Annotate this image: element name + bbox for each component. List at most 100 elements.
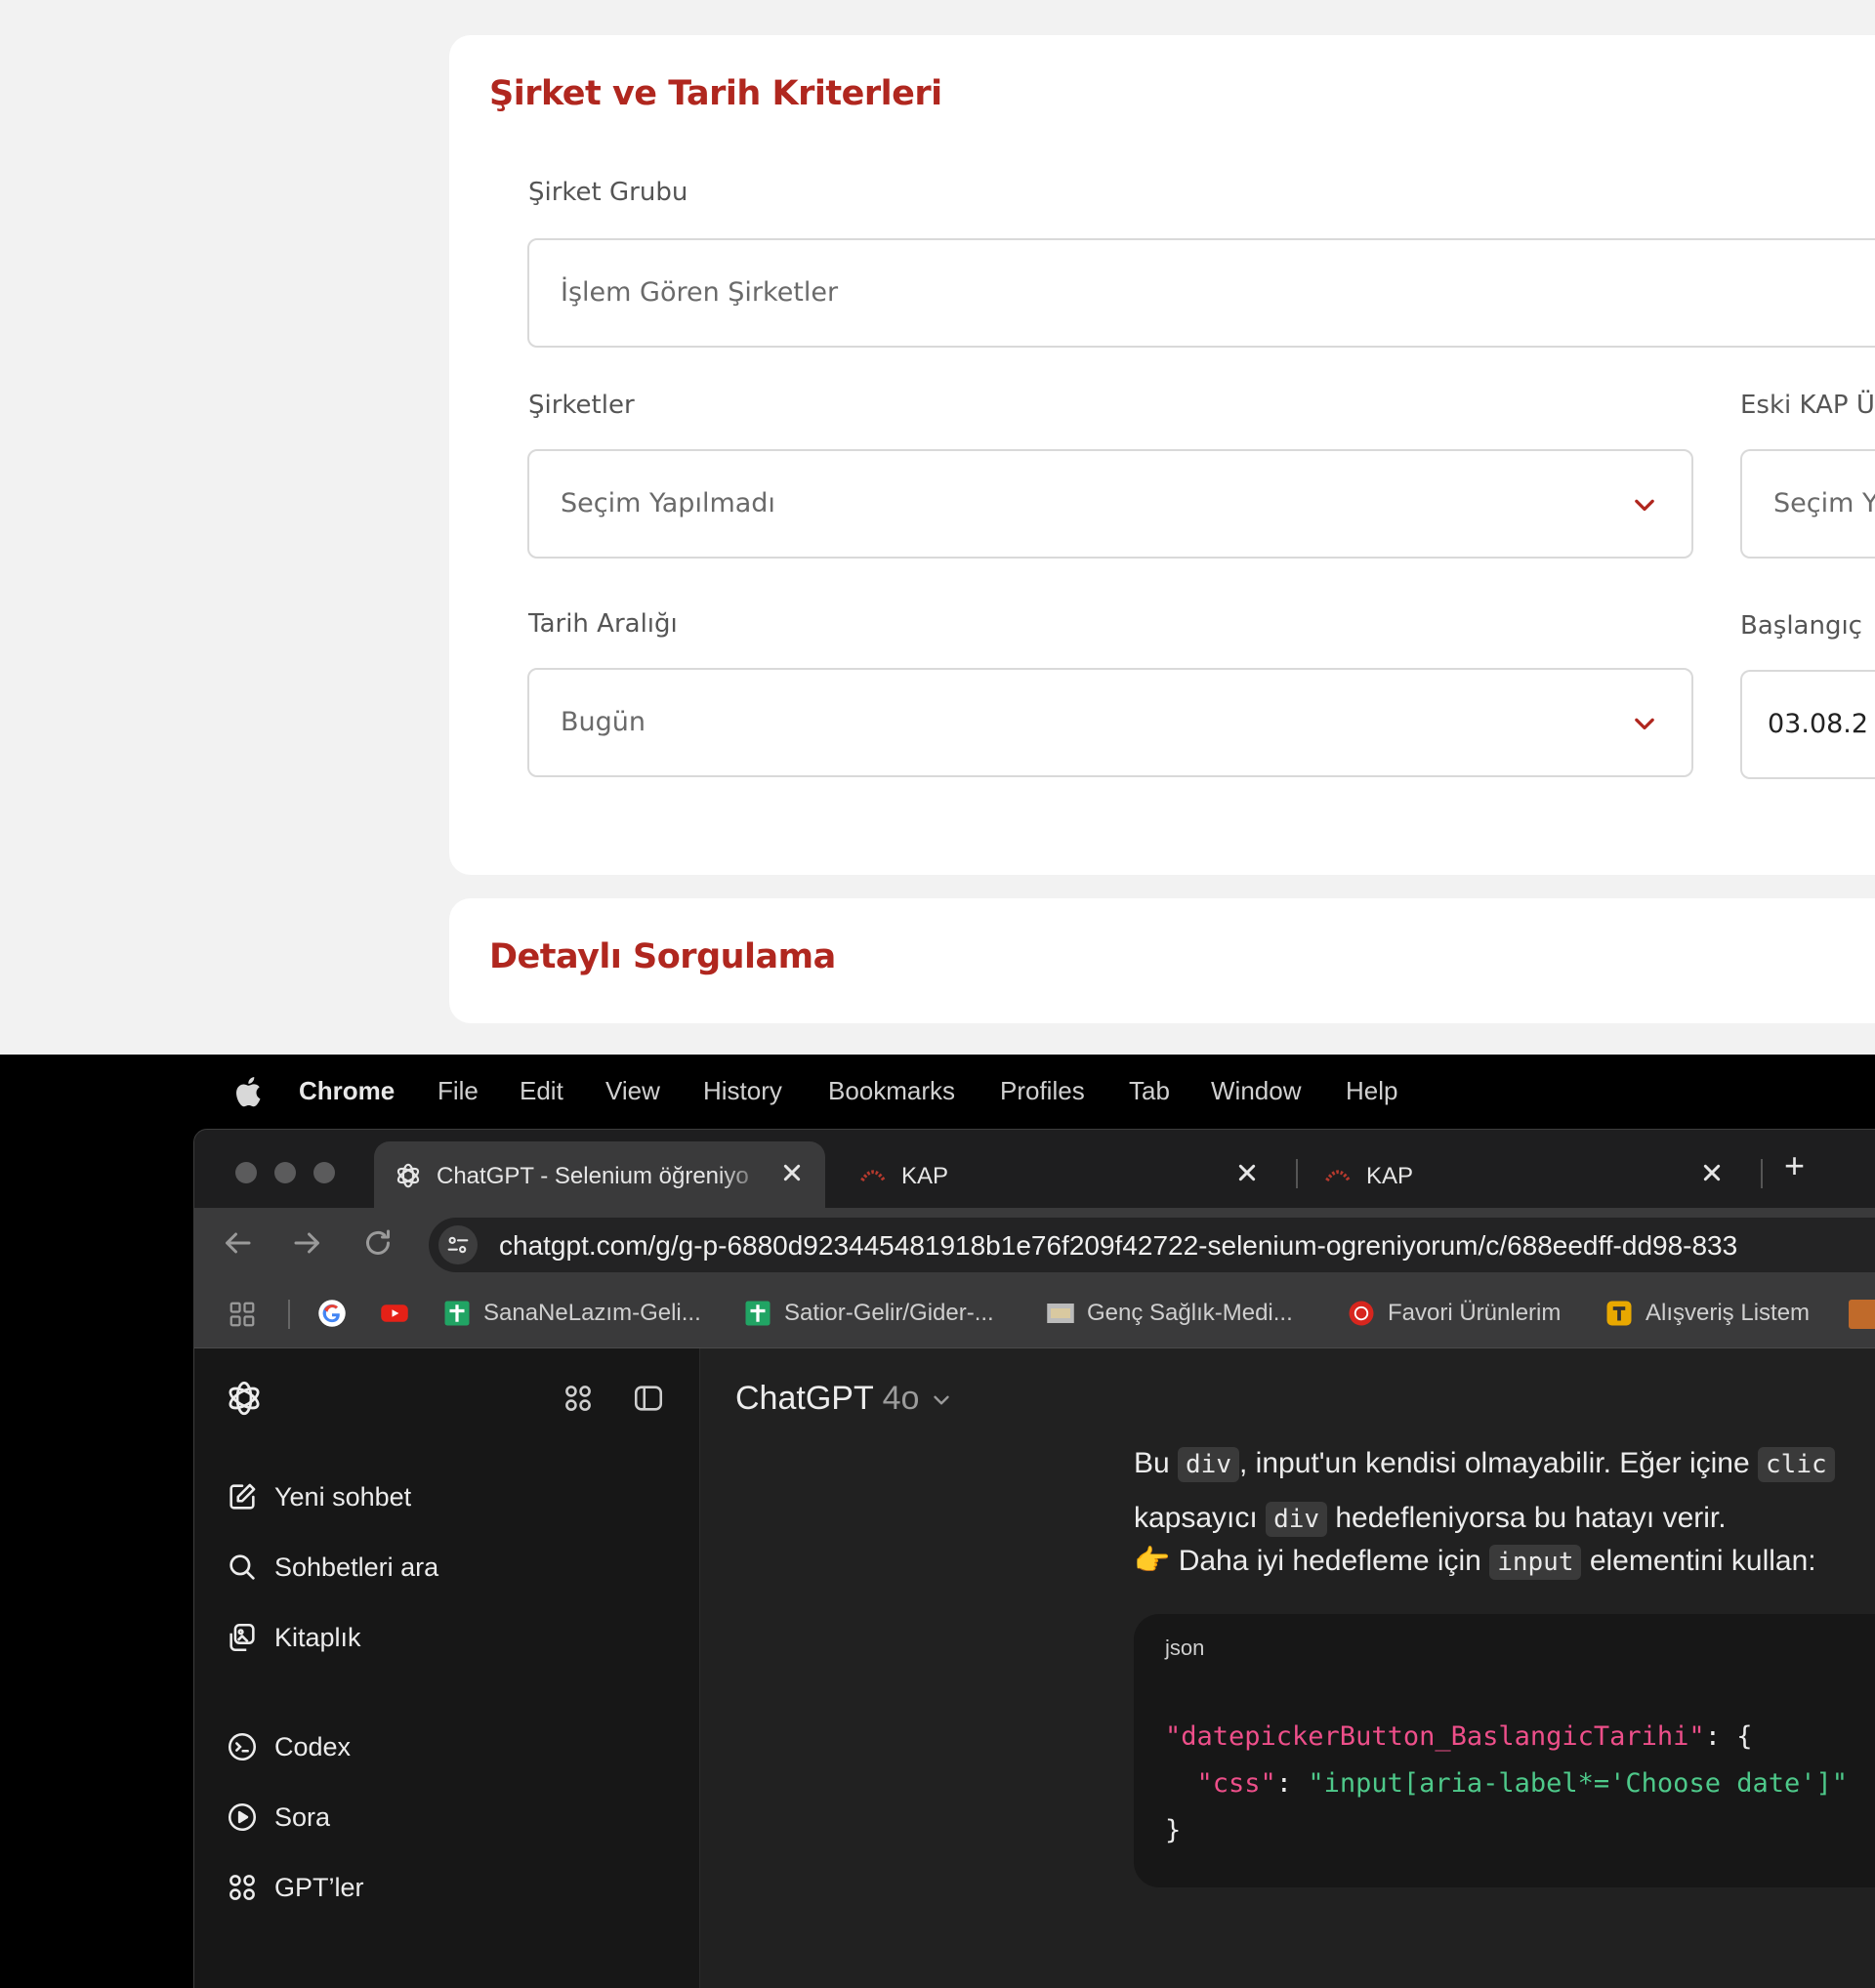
tab-separator — [1761, 1159, 1763, 1188]
bookmark-item[interactable]: Genç Sağlık-Medi... — [1046, 1296, 1293, 1331]
section-title-detailed-query: Detaylı Sorgulama — [489, 937, 836, 976]
bookmark-item[interactable]: Satior-Gelir/Gider-... — [743, 1296, 994, 1331]
window-close-button[interactable] — [235, 1162, 257, 1183]
code-line-3: } — [1165, 1815, 1182, 1845]
site-settings-button[interactable] — [438, 1225, 478, 1264]
sidebar-item-label: Sora — [274, 1802, 331, 1832]
bookmark-label: Genç Sağlık-Medi... — [1087, 1300, 1293, 1326]
apple-logo-icon[interactable] — [232, 1074, 262, 1109]
sidebar-toggle-icon[interactable] — [632, 1382, 665, 1415]
menu-file[interactable]: File — [438, 1076, 479, 1106]
code-punct: : { — [1704, 1721, 1753, 1752]
sirket-grubu-field[interactable]: İşlem Gören Şirketler — [527, 238, 1875, 348]
yellow-t-icon — [1606, 1301, 1632, 1326]
reload-icon[interactable] — [360, 1225, 396, 1261]
sidebar-item-search[interactable]: Sohbetleri ara — [226, 1548, 438, 1587]
sidebar-item-label: Kitaplık — [274, 1622, 361, 1652]
eski-kap-dropdown[interactable]: Seçim Y — [1740, 449, 1875, 559]
openai-icon — [396, 1163, 420, 1188]
play-icon — [228, 1802, 257, 1832]
bookmark-overflow-icon[interactable] — [1849, 1300, 1875, 1329]
text-span: elementini kullan: — [1581, 1545, 1816, 1577]
model-version: 4o — [882, 1380, 920, 1417]
bookmark-item[interactable]: Alışveriş Listem — [1604, 1296, 1810, 1331]
sidebar-item-library[interactable]: Kitaplık — [226, 1618, 361, 1657]
menu-tab[interactable]: Tab — [1129, 1076, 1170, 1106]
apps-grid-icon[interactable] — [228, 1300, 257, 1329]
window-zoom-button[interactable] — [313, 1162, 335, 1183]
window-minimize-button[interactable] — [274, 1162, 296, 1183]
red-circle-icon — [1349, 1301, 1374, 1326]
image-icon — [1047, 1304, 1074, 1323]
tab-separator — [1296, 1159, 1298, 1188]
pointing-hand-icon: 👉 — [1134, 1545, 1171, 1577]
sidebar-item-label: Sohbetleri ara — [274, 1552, 439, 1582]
bookmark-item[interactable]: SanaNeLazım-Geli... — [442, 1296, 701, 1331]
apps-icon[interactable] — [562, 1382, 595, 1415]
chevron-down-icon — [1635, 718, 1654, 730]
message-line-1: Bu div, input'un kendisi olmayabilir. Eğ… — [1134, 1442, 1835, 1486]
tarih-araligi-dropdown[interactable]: Bugün — [527, 668, 1693, 777]
tab-kap-1[interactable]: KAP — [839, 1141, 1288, 1208]
model-selector[interactable]: ChatGPT 4o — [735, 1380, 954, 1418]
inline-code: input — [1489, 1545, 1582, 1580]
sidebar-item-label: GPT’ler — [274, 1872, 364, 1902]
tab-kap-2[interactable]: KAP — [1304, 1141, 1753, 1208]
menu-view[interactable]: View — [605, 1076, 660, 1106]
new-tab-button[interactable]: + — [1784, 1145, 1805, 1186]
bookmark-label: Alışveriş Listem — [1646, 1300, 1811, 1326]
text-span: Bu — [1134, 1447, 1179, 1479]
bookmark-google[interactable] — [317, 1296, 347, 1331]
google-icon — [318, 1300, 346, 1327]
bookmark-label: Favori Ürünlerim — [1388, 1300, 1562, 1326]
sidebar-item-label: Codex — [274, 1731, 352, 1761]
library-icon — [229, 1623, 255, 1652]
kap-icon — [1325, 1170, 1351, 1182]
inline-code: div — [1266, 1502, 1328, 1537]
baslangic-date-input[interactable]: 03.08.2 — [1740, 670, 1875, 779]
mac-menubar: Chrome File Edit View History Bookmarks … — [0, 1055, 1875, 1129]
grid-icon — [229, 1875, 255, 1900]
tab-chatgpt[interactable]: ChatGPT - Selenium öğreniyo — [374, 1141, 825, 1208]
youtube-icon — [381, 1305, 408, 1322]
baslangic-value: 03.08.2 — [1768, 709, 1869, 739]
code-value: "input[aria-label*='Choose date']" — [1308, 1768, 1848, 1799]
menu-bookmarks[interactable]: Bookmarks — [828, 1076, 955, 1106]
bookmark-separator — [288, 1300, 290, 1329]
detailed-query-card[interactable]: Detaylı Sorgulama — [449, 898, 1875, 1023]
baslangic-label: Başlangıç — [1740, 611, 1862, 641]
url-text: chatgpt.com/g/g-p-6880d923445481918b1e76… — [499, 1230, 1738, 1261]
text-span: hedefleniyorsa bu hatayı verir. — [1327, 1502, 1727, 1534]
sidebar-item-sora[interactable]: Sora — [226, 1798, 330, 1837]
menu-app-chrome[interactable]: Chrome — [299, 1076, 395, 1106]
sidebar-item-gpts[interactable]: GPT’ler — [226, 1868, 364, 1907]
bookmarks-bar: SanaNeLazım-Geli... Satior-Gelir/Gider-.… — [194, 1278, 1875, 1348]
forward-arrow-icon[interactable] — [290, 1225, 325, 1261]
message-line-2: kapsayıcı div hedefleniyorsa bu hatayı v… — [1134, 1497, 1727, 1541]
close-icon[interactable] — [1696, 1157, 1728, 1188]
chrome-window: ChatGPT - Selenium öğreniyo KAP KAP + ch… — [193, 1129, 1875, 1988]
chrome-toolbar: chatgpt.com/g/g-p-6880d923445481918b1e76… — [194, 1208, 1875, 1278]
sheets-icon — [745, 1301, 771, 1326]
eski-kap-label: Eski KAP Ü — [1740, 391, 1875, 420]
close-icon[interactable] — [1231, 1157, 1263, 1188]
back-arrow-icon[interactable] — [220, 1225, 255, 1261]
eski-kap-value: Seçim Y — [1773, 488, 1875, 518]
sirketler-dropdown[interactable]: Seçim Yapılmadı — [527, 449, 1693, 559]
kap-web-page: Şirket ve Tarih Kriterleri Şirket Grubu … — [0, 0, 1875, 1055]
openai-logo-icon[interactable] — [224, 1378, 265, 1419]
chevron-down-icon — [1635, 499, 1654, 512]
menu-window[interactable]: Window — [1211, 1076, 1301, 1106]
menu-history[interactable]: History — [703, 1076, 782, 1106]
bookmark-item[interactable]: Favori Ürünlerim — [1347, 1296, 1561, 1331]
bookmark-youtube[interactable] — [380, 1296, 409, 1331]
menu-help[interactable]: Help — [1346, 1076, 1397, 1106]
sidebar-item-codex[interactable]: Codex — [226, 1727, 351, 1766]
sidebar-item-new-chat[interactable]: Yeni sohbet — [226, 1477, 411, 1516]
section-title-criteria: Şirket ve Tarih Kriterleri — [489, 74, 942, 113]
menu-edit[interactable]: Edit — [520, 1076, 563, 1106]
address-bar[interactable]: chatgpt.com/g/g-p-6880d923445481918b1e76… — [429, 1218, 1875, 1272]
menu-profiles[interactable]: Profiles — [1000, 1076, 1085, 1106]
kap-icon — [860, 1170, 886, 1182]
close-icon[interactable] — [776, 1157, 808, 1188]
